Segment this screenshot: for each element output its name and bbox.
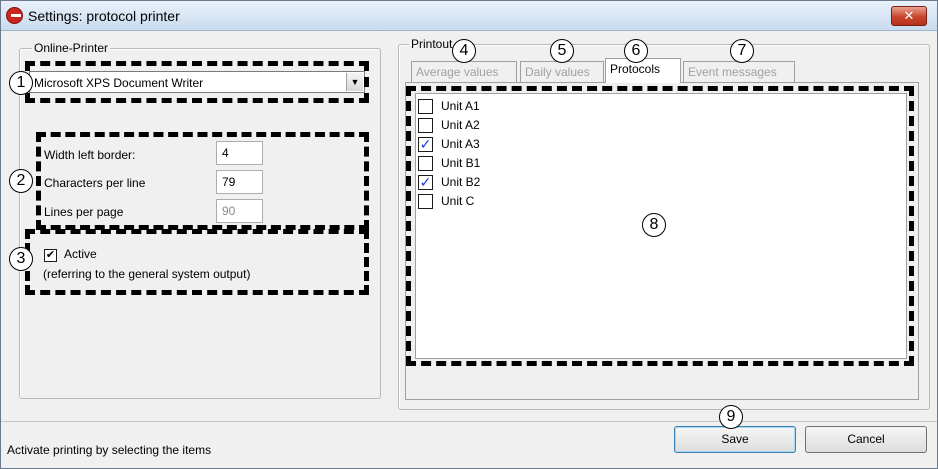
- online-printer-legend: Online-Printer: [32, 41, 111, 55]
- annotation-marker-6: 6: [624, 39, 648, 63]
- annotation-marker-2: 2: [9, 169, 33, 193]
- window-title: Settings: protocol printer: [28, 8, 180, 24]
- annotation-marker-1: 1: [9, 71, 33, 95]
- printout-legend: Printout: [409, 37, 455, 51]
- status-separator: [1, 421, 937, 422]
- highlight-frame-printer: [25, 61, 369, 103]
- tab-protocols[interactable]: Protocols: [605, 58, 681, 83]
- annotation-marker-7: 7: [730, 39, 754, 63]
- settings-window: Settings: protocol printer ✕ Online-Prin…: [0, 0, 938, 469]
- tab-average-values[interactable]: Average values: [411, 61, 517, 82]
- annotation-marker-3: 3: [9, 247, 33, 271]
- annotation-marker-9: 9: [719, 405, 743, 429]
- status-text: Activate printing by selecting the items: [7, 443, 212, 457]
- highlight-frame-active: [25, 229, 369, 295]
- cancel-button[interactable]: Cancel: [805, 426, 927, 453]
- save-button[interactable]: Save: [674, 426, 796, 453]
- annotation-marker-5: 5: [550, 39, 574, 63]
- app-logo-icon: [6, 7, 23, 24]
- tab-daily-values[interactable]: Daily values: [520, 61, 604, 82]
- annotation-marker-4: 4: [452, 39, 476, 63]
- close-button[interactable]: ✕: [891, 6, 927, 26]
- annotation-marker-8: 8: [642, 213, 666, 237]
- highlight-frame-fields: [36, 132, 369, 230]
- tab-event-messages[interactable]: Event messages: [683, 61, 795, 82]
- title-bar: Settings: protocol printer ✕: [1, 1, 937, 31]
